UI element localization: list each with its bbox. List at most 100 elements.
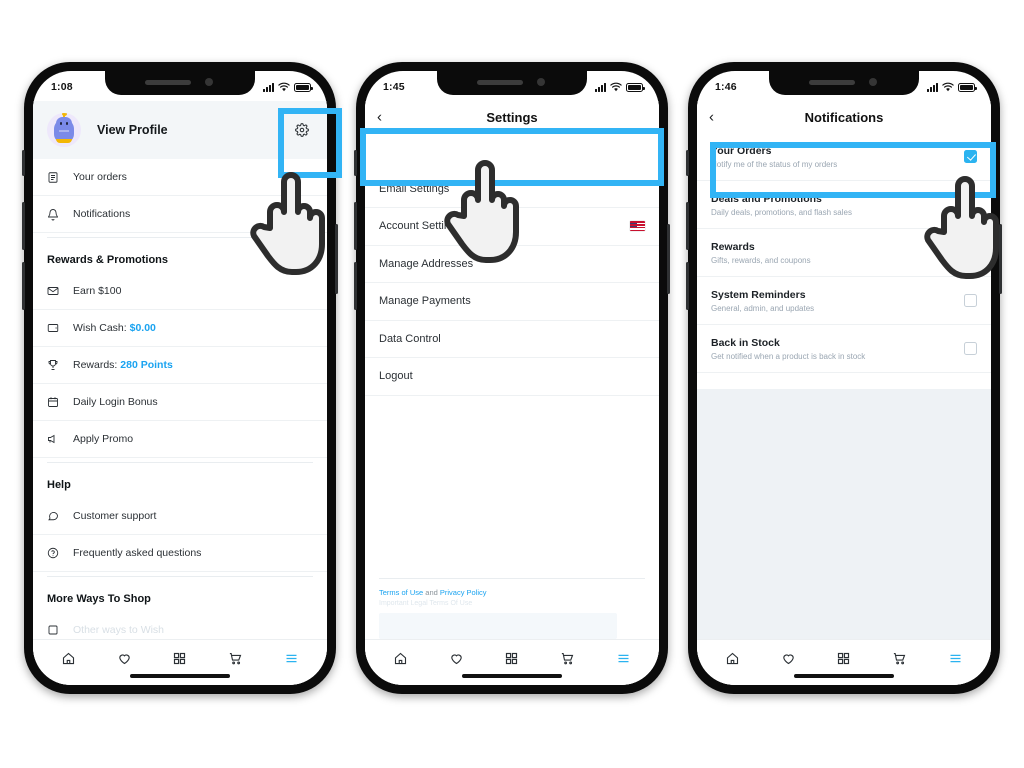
battery-icon (958, 83, 977, 92)
page-title: Notifications (804, 109, 884, 125)
home-indicator (130, 674, 230, 678)
menu-label-value: 280 Points (120, 359, 173, 371)
cart-icon (229, 652, 242, 665)
earpiece-speaker (809, 80, 855, 85)
settings-row-manage-payments[interactable]: Manage Payments (365, 283, 659, 321)
envelope-icon (47, 285, 69, 297)
tab-categories[interactable] (172, 651, 187, 666)
home-indicator (794, 674, 894, 678)
battery-icon (294, 83, 313, 92)
tab-menu[interactable] (284, 651, 299, 666)
checkbox-back-in-stock[interactable] (964, 342, 977, 355)
megaphone-icon (47, 433, 69, 445)
power-button[interactable] (667, 224, 670, 294)
settings-row-data-control[interactable]: Data Control (365, 321, 659, 358)
section-title-more-ways: More Ways To Shop (47, 593, 151, 605)
settings-gear-button[interactable] (287, 115, 317, 145)
tab-wishlist[interactable] (449, 651, 464, 666)
tab-menu[interactable] (948, 651, 963, 666)
notification-row-your-orders[interactable]: Your Orders Notify me of the status of m… (697, 133, 991, 181)
volume-down-button[interactable] (686, 262, 689, 310)
settings-row-logout[interactable]: Logout (365, 358, 659, 396)
earpiece-speaker (477, 80, 523, 85)
grid-icon (174, 652, 186, 665)
settings-label: Logout (379, 370, 413, 383)
notifications-nav-header: ‹ Notifications (697, 101, 991, 133)
footer-conjunction: and (423, 588, 440, 597)
notification-title: Deals and Promotions (711, 192, 822, 205)
page-title: Settings (486, 109, 538, 125)
menu-item-customer-support[interactable]: Customer support (33, 498, 327, 535)
notification-title: Your Orders (711, 144, 772, 157)
volume-up-button[interactable] (354, 202, 357, 250)
notification-title: Back in Stock (711, 336, 780, 349)
footer-faded-text: Important Legal Terms Of Use (379, 600, 473, 607)
phone1-screen: 1:08 View Profile Your orders Notificati… (33, 71, 327, 685)
view-profile-label: View Profile (97, 123, 168, 137)
menu-label: Customer support (73, 510, 157, 522)
grid-icon (506, 652, 518, 665)
notification-title: Rewards (711, 240, 755, 253)
checkbox-system-reminders[interactable] (964, 294, 977, 307)
phone-notifications: 1:46 ‹ Notifications Your Orders Notify … (686, 62, 1002, 694)
menu-item-apply-promo[interactable]: Apply Promo (33, 421, 327, 458)
cart-icon (893, 652, 906, 665)
receipt-icon (47, 171, 69, 184)
menu-item-daily-login-bonus[interactable]: Daily Login Bonus (33, 384, 327, 421)
tab-wishlist[interactable] (117, 651, 132, 666)
bottom-tab-bar (697, 639, 991, 685)
notification-subtitle: Get notified when a product is back in s… (711, 351, 866, 361)
tab-categories[interactable] (836, 651, 851, 666)
menu-label: Frequently asked questions (73, 547, 202, 559)
tab-categories[interactable] (504, 651, 519, 666)
profile-header[interactable]: View Profile (33, 101, 327, 159)
notification-subtitle: General, admin, and updates (711, 303, 815, 313)
home-icon (395, 652, 407, 665)
tab-menu[interactable] (616, 651, 631, 666)
footer-links: Terms of Use and Privacy Policy Importan… (379, 578, 645, 607)
menu-item-faq[interactable]: Frequently asked questions (33, 535, 327, 572)
heart-icon (451, 654, 462, 665)
trophy-icon (47, 359, 69, 371)
screenshot-stage: 1:08 View Profile Your orders Notificati… (0, 0, 1024, 768)
tab-cart[interactable] (560, 651, 575, 666)
back-button[interactable]: ‹ (377, 110, 382, 125)
bottom-tab-bar (365, 639, 659, 685)
volume-down-button[interactable] (354, 262, 357, 310)
silent-switch[interactable] (354, 150, 357, 176)
silent-switch[interactable] (22, 150, 25, 176)
volume-up-button[interactable] (22, 202, 25, 250)
tab-home[interactable] (61, 651, 76, 666)
volume-up-button[interactable] (686, 202, 689, 250)
privacy-policy-link[interactable]: Privacy Policy (440, 588, 487, 597)
silent-switch[interactable] (686, 150, 689, 176)
pointing-hand-cursor (250, 172, 325, 275)
pointing-hand-cursor (444, 160, 519, 263)
tab-cart[interactable] (228, 651, 243, 666)
grid-icon (838, 652, 850, 665)
notification-subtitle: Notify me of the status of my orders (711, 159, 838, 169)
cart-icon (561, 652, 574, 665)
tab-home[interactable] (393, 651, 408, 666)
menu-item-wish-cash[interactable]: Wish Cash: $0.00 (33, 310, 327, 347)
bell-icon (47, 208, 69, 221)
tab-home[interactable] (725, 651, 740, 666)
tab-wishlist[interactable] (781, 651, 796, 666)
terms-of-use-link[interactable]: Terms of Use (379, 588, 423, 597)
avatar (47, 113, 81, 147)
notification-subtitle: Gifts, rewards, and coupons (711, 255, 811, 265)
menu-label: Your orders (73, 171, 127, 183)
menu-label: Earn $100 (73, 285, 122, 297)
menu-item-earn-100[interactable]: Earn $100 (33, 273, 327, 310)
notification-row-back-in-stock[interactable]: Back in Stock Get notified when a produc… (697, 325, 991, 373)
menu-item-rewards[interactable]: Rewards: 280 Points (33, 347, 327, 384)
checkbox-your-orders[interactable] (964, 150, 977, 163)
battery-icon (626, 83, 645, 92)
notification-row-system-reminders[interactable]: System Reminders General, admin, and upd… (697, 277, 991, 325)
volume-down-button[interactable] (22, 262, 25, 310)
back-button[interactable]: ‹ (709, 110, 714, 125)
calendar-icon (47, 396, 69, 408)
wifi-icon (278, 82, 290, 92)
tab-cart[interactable] (892, 651, 907, 666)
menu-icon (950, 654, 961, 663)
